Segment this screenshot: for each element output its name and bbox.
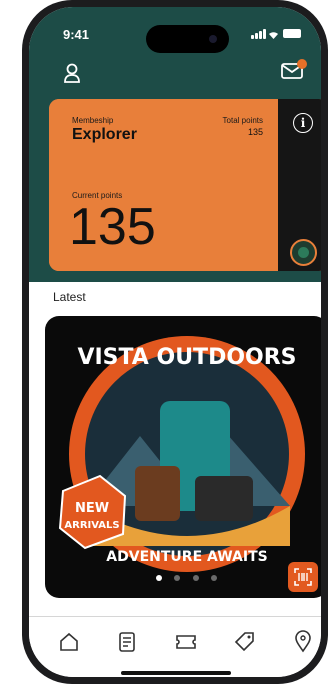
signal-icon <box>263 29 266 39</box>
header-area: 9:41 Membeship Explorer Total points 135… <box>29 7 321 282</box>
banner-title-top: VISTA OUTDOORS <box>77 345 296 370</box>
membership-card[interactable]: Membeship Explorer Total points 135 Curr… <box>49 99 321 271</box>
carousel-dot[interactable] <box>174 575 181 581</box>
home-icon[interactable] <box>57 630 81 654</box>
scan-button[interactable] <box>288 562 318 592</box>
status-icons <box>251 29 301 39</box>
notification-badge <box>297 59 307 69</box>
receipt-icon[interactable] <box>115 630 139 654</box>
screen: 9:41 Membeship Explorer Total points 135… <box>29 7 321 677</box>
carousel-dot[interactable] <box>192 575 199 581</box>
mail-button[interactable] <box>281 59 307 79</box>
signal-icon <box>259 31 262 39</box>
user-icon[interactable] <box>63 63 81 83</box>
phone-frame: 9:41 Membeship Explorer Total points 135… <box>22 0 328 684</box>
banner-artwork: VISTA OUTDOORS ADVENTURE AWAITS NEW ARRI… <box>58 336 305 572</box>
membership-card-main: Membeship Explorer Total points 135 Curr… <box>49 99 278 271</box>
bottom-nav <box>29 622 321 662</box>
carousel-dot[interactable] <box>211 575 218 581</box>
status-bar: 9:41 <box>29 7 321 53</box>
badge-line-2: ARRIVALS <box>64 520 119 531</box>
status-time: 9:41 <box>63 27 90 42</box>
camera-icon <box>209 35 217 43</box>
banner-title-bottom: ADVENTURE AWAITS <box>106 549 267 565</box>
main-content: Latest VISTA OUTDOORS ADVENTURE AWAITS N… <box>29 282 321 677</box>
membership-tier: Explorer <box>72 126 137 143</box>
wifi-icon <box>269 32 278 39</box>
total-points-label: Total points <box>222 116 263 125</box>
tag-icon[interactable] <box>233 630 257 654</box>
signal-icon <box>255 33 258 39</box>
barcode-scan-icon <box>294 568 312 586</box>
carousel-dots <box>45 568 321 586</box>
badge-line-1: NEW <box>75 501 109 516</box>
top-toolbar <box>29 59 321 91</box>
total-points-value: 135 <box>247 127 263 137</box>
vista-badge-icon <box>290 239 317 266</box>
location-icon[interactable] <box>291 630 315 654</box>
signal-icon <box>251 35 254 39</box>
membership-card-side: i <box>278 99 321 271</box>
battery-icon <box>283 29 301 38</box>
current-points-value: 135 <box>69 198 156 256</box>
carousel-dot[interactable] <box>155 575 162 581</box>
dynamic-island <box>146 25 229 53</box>
info-icon[interactable]: i <box>293 113 313 133</box>
nav-divider <box>29 616 321 617</box>
section-title: Latest <box>53 290 86 304</box>
membership-label: Membeship <box>72 116 114 125</box>
ticket-icon[interactable] <box>174 630 198 654</box>
home-indicator[interactable] <box>121 671 231 675</box>
promo-banner[interactable]: VISTA OUTDOORS ADVENTURE AWAITS NEW ARRI… <box>45 316 321 598</box>
